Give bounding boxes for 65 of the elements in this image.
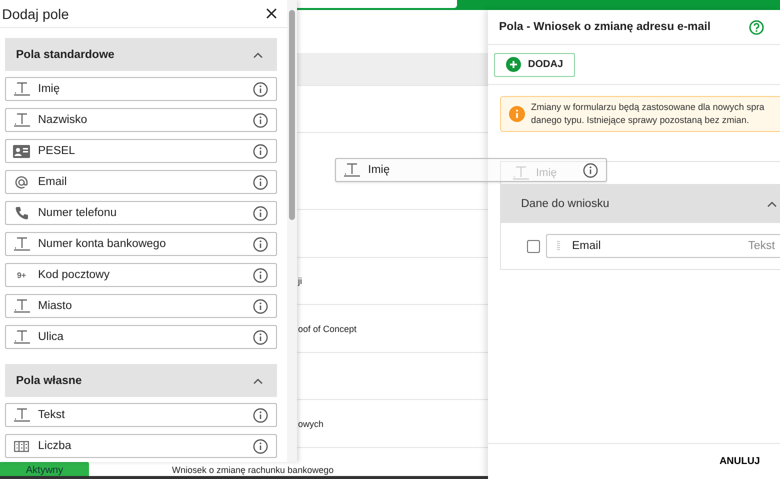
table-cell: oof of Concept	[298, 324, 357, 334]
panel-title: Pola - Wniosek o zmianę adresu e-mail	[499, 21, 711, 33]
plus-icon	[506, 57, 521, 72]
field-type-item[interactable]: PESEL	[5, 139, 277, 163]
field-type-item[interactable]: Nazwisko	[5, 108, 277, 132]
section-title: Dane do wniosku	[521, 198, 610, 210]
field-type-item[interactable]: Ulica	[5, 325, 277, 349]
field-type-item[interactable]: 9+ Kod pocztowy	[5, 263, 277, 287]
at-sign-icon	[14, 174, 29, 190]
info-icon[interactable]	[253, 174, 268, 190]
text-field-icon	[14, 82, 30, 96]
field-type-item[interactable]: Email	[5, 170, 277, 194]
close-icon[interactable]	[266, 8, 277, 19]
info-icon[interactable]	[253, 298, 268, 314]
section-header[interactable]: Pola własne	[5, 364, 277, 397]
table-cell: Wniosek o zmianę rachunku bankowego	[172, 465, 334, 476]
field-type-item[interactable]: Liczba	[5, 434, 277, 458]
text-field-icon	[14, 113, 30, 127]
text-field-icon	[14, 299, 30, 313]
field-type-item[interactable]: Numer telefonu	[5, 201, 277, 225]
form-field-item[interactable]: Email Tekst	[546, 234, 780, 258]
phone-icon	[14, 206, 28, 220]
number-field-icon	[14, 440, 29, 452]
text-field-icon	[14, 408, 30, 422]
section-header[interactable]: Pola standardowe	[5, 38, 277, 71]
info-icon[interactable]	[253, 112, 268, 128]
info-icon[interactable]	[583, 162, 598, 178]
drawer-title: Dodaj pole	[2, 6, 69, 22]
scrollbar[interactable]	[287, 0, 297, 462]
digits-icon: 9+	[16, 270, 26, 280]
info-icon[interactable]	[253, 330, 268, 344]
field-type-item[interactable]: Numer konta bankowego	[5, 232, 277, 256]
info-icon[interactable]	[253, 82, 268, 96]
info-icon[interactable]	[253, 144, 268, 158]
field-type-item[interactable]: Imię	[5, 77, 277, 101]
text-field-icon	[14, 237, 30, 251]
help-icon[interactable]	[749, 20, 764, 34]
drag-handle-icon[interactable]	[557, 241, 560, 251]
info-icon[interactable]	[253, 438, 268, 454]
status-badge: Aktywny	[0, 461, 89, 476]
table-cell: owych	[298, 418, 324, 428]
section-title: Pola standardowe	[16, 48, 114, 60]
info-icon[interactable]	[253, 206, 268, 220]
chevron-up-icon[interactable]	[253, 52, 263, 58]
checkbox[interactable]	[527, 240, 540, 252]
chevron-up-icon[interactable]	[253, 378, 263, 384]
info-icon[interactable]	[253, 236, 268, 252]
text-field-icon	[513, 166, 529, 180]
id-card-icon	[13, 144, 30, 158]
section-title: Pola własne	[16, 374, 82, 386]
header-field[interactable]	[297, 0, 457, 8]
info-icon[interactable]	[253, 408, 268, 422]
text-field-icon	[14, 330, 30, 344]
section-header[interactable]: Dane do wniosku	[501, 184, 780, 223]
chevron-up-icon[interactable]	[767, 200, 777, 206]
table-cell: ji	[298, 276, 302, 286]
drop-placeholder: Imię	[513, 162, 557, 184]
notice-text: Zmiany w formularzu będą zastosowane dla nowych spra danego typu. Istniejące sprawy pozostaną bez zmian.	[531, 101, 764, 127]
field-type-item[interactable]: Miasto	[5, 294, 277, 318]
add-button[interactable]: DODAJ	[494, 52, 575, 76]
scrollbar-thumb[interactable]	[289, 10, 295, 220]
text-field-icon	[344, 163, 360, 177]
info-icon[interactable]	[253, 268, 268, 282]
warning-icon	[509, 106, 525, 122]
field-type-item[interactable]: Tekst	[5, 403, 277, 427]
